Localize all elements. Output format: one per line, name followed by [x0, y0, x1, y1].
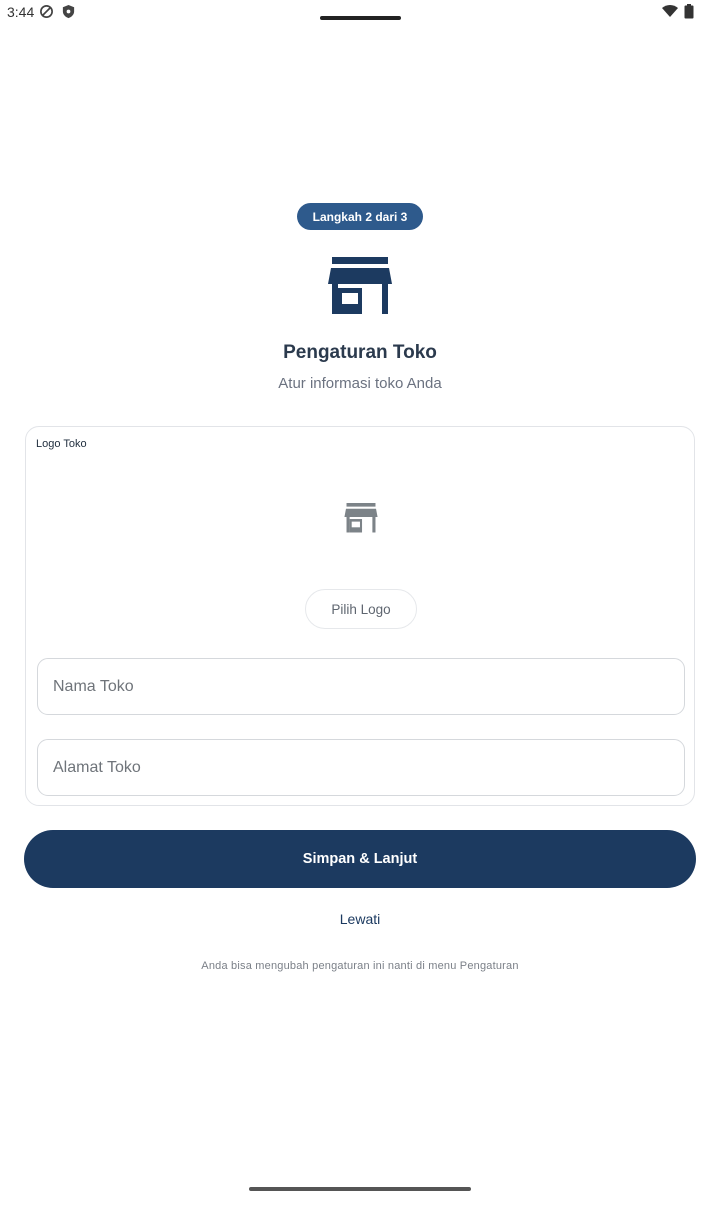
status-bar: 3:44	[0, 0, 720, 26]
store-address-field[interactable]: Alamat Toko	[37, 739, 685, 796]
step-badge: Langkah 2 dari 3	[297, 203, 423, 230]
store-name-field[interactable]: Nama Toko	[37, 658, 685, 715]
shield-icon	[61, 4, 77, 20]
page-subtitle: Atur informasi toko Anda	[278, 375, 442, 392]
store-name-placeholder: Nama Toko	[53, 677, 134, 695]
status-time: 3:44	[7, 4, 35, 20]
pick-logo-button[interactable]: Pilih Logo	[305, 589, 417, 629]
skip-link[interactable]: Lewati	[0, 911, 720, 927]
store-address-placeholder: Alamat Toko	[53, 758, 141, 776]
logo-section-label: Logo Toko	[36, 438, 87, 450]
battery-icon	[684, 4, 700, 20]
footnote: Anda bisa mengubah pengaturan ini nanti …	[201, 960, 519, 972]
camera-notch	[320, 16, 401, 20]
store-icon	[328, 257, 392, 315]
store-form-card: Logo Toko Pilih Logo Nama Toko Alamat To…	[25, 426, 695, 806]
home-indicator[interactable]	[249, 1187, 471, 1191]
save-continue-button[interactable]: Simpan & Lanjut	[24, 830, 696, 888]
store-icon	[344, 503, 378, 533]
wifi-icon	[662, 4, 678, 20]
do-not-disturb-icon	[39, 4, 55, 20]
page-title: Pengaturan Toko	[283, 342, 437, 363]
